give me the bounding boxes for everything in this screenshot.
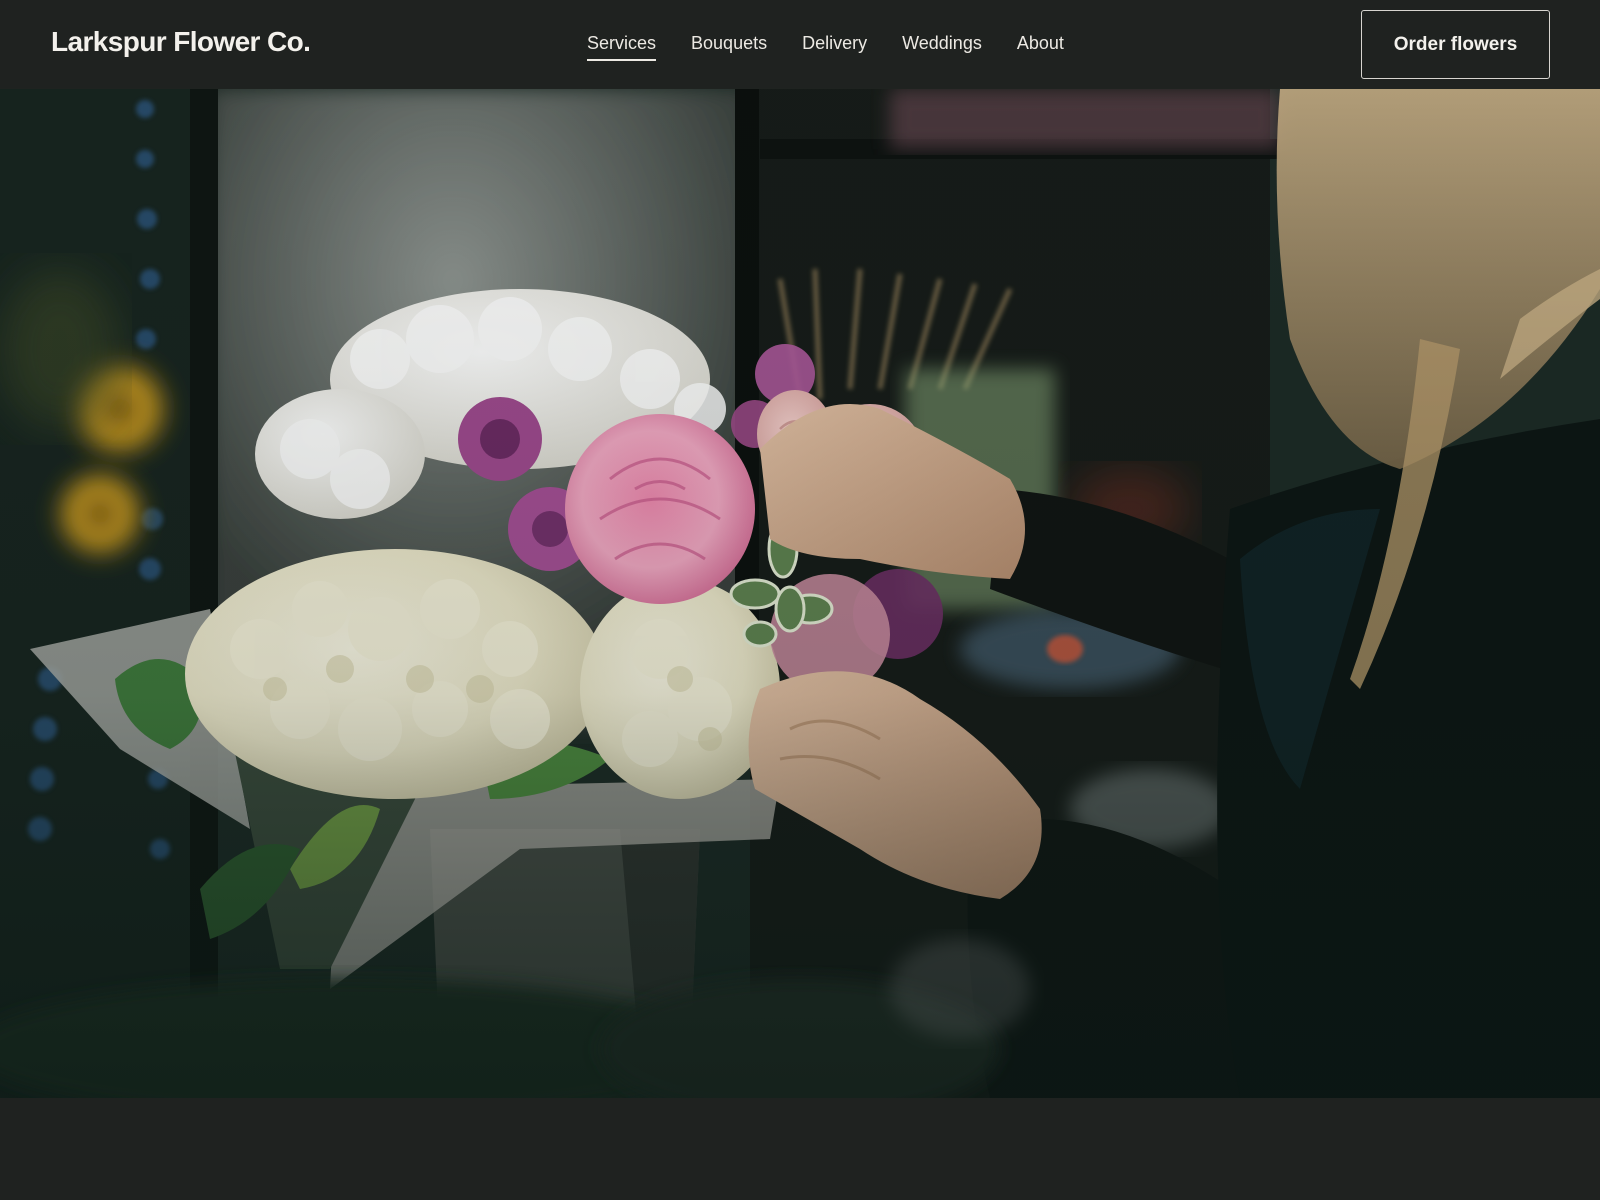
- nav-link-about[interactable]: About: [1017, 32, 1064, 61]
- brand-logo[interactable]: Larkspur Flower Co.: [51, 26, 311, 58]
- order-flowers-button[interactable]: Order flowers: [1361, 10, 1550, 79]
- nav-link-weddings[interactable]: Weddings: [902, 32, 982, 61]
- nav-link-bouquets[interactable]: Bouquets: [691, 32, 767, 61]
- site-header: Larkspur Flower Co. Services Bouquets De…: [0, 0, 1600, 88]
- nav-link-services[interactable]: Services: [587, 32, 657, 61]
- footer-band: [0, 1098, 1600, 1200]
- main-nav: Services Bouquets Delivery Weddings Abou…: [587, 32, 1064, 61]
- florist-bouquet-image: [0, 89, 1600, 1098]
- nav-link-delivery[interactable]: Delivery: [802, 32, 867, 61]
- page: Larkspur Flower Co. Services Bouquets De…: [0, 0, 1600, 1200]
- hero-photo: [0, 89, 1600, 1098]
